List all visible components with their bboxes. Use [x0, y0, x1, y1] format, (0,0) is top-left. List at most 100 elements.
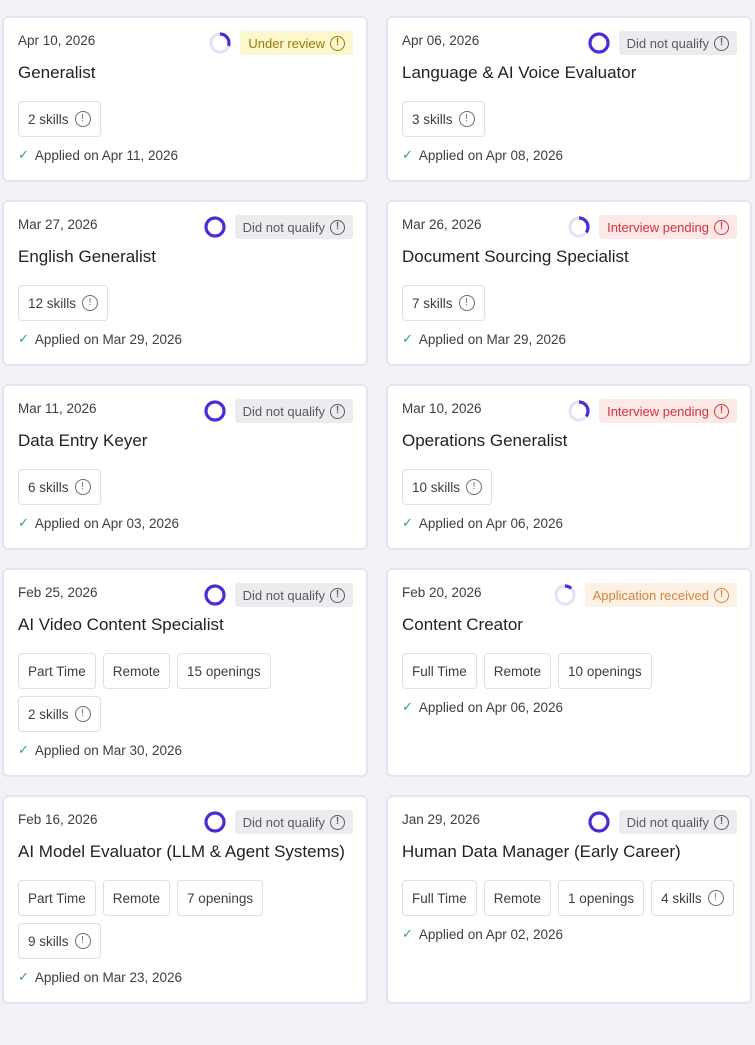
job-application-card[interactable]: Jan 29, 2026 Human Data Manager (Early Ca…	[386, 795, 752, 1004]
status-badge[interactable]: Under review!	[240, 31, 353, 55]
status-badge[interactable]: Application received!	[584, 583, 737, 607]
job-tag: Remote	[102, 880, 171, 916]
info-icon[interactable]: !	[330, 35, 345, 51]
job-tags: Full Time Remote 1 openings 4 skills!	[402, 880, 734, 916]
applied-text: Applied on Mar 30, 2026	[34, 742, 183, 758]
info-icon[interactable]: !	[707, 890, 724, 906]
info-icon[interactable]: !	[714, 219, 729, 235]
checkmark-icon: ✓	[18, 147, 29, 162]
job-title[interactable]: Human Data Manager (Early Career)	[402, 842, 681, 862]
skills-chip[interactable]: 7 skills!	[402, 285, 485, 321]
skills-row: 3 skills!	[402, 101, 485, 137]
status-indicator: Under review!	[208, 30, 353, 56]
status-badge[interactable]: Did not qualify!	[618, 810, 737, 834]
checkmark-icon: ✓	[18, 742, 29, 757]
job-title[interactable]: AI Model Evaluator (LLM & Agent Systems)	[18, 842, 345, 862]
skills-count: 10 skills	[412, 479, 461, 495]
status-badge-label: Under review	[248, 35, 325, 51]
skills-row: 6 skills!	[18, 469, 101, 505]
status-indicator: Did not qualify!	[203, 398, 353, 424]
status-badge[interactable]: Did not qualify!	[234, 583, 353, 607]
status-badge[interactable]: Did not qualify!	[234, 215, 353, 239]
status-badge[interactable]: Did not qualify!	[234, 399, 353, 423]
applied-date: ✓ Applied on Apr 08, 2026	[402, 147, 563, 163]
job-application-card[interactable]: Feb 20, 2026 Content Creator Application r…	[386, 568, 752, 777]
job-application-card[interactable]: Mar 11, 2026 Data Entry Keyer Did not qual…	[2, 384, 368, 550]
info-icon[interactable]: !	[466, 479, 483, 495]
job-title[interactable]: Data Entry Keyer	[18, 431, 147, 451]
posted-date: Feb 16, 2026	[18, 812, 98, 827]
status-badge[interactable]: Did not qualify!	[234, 810, 353, 834]
skills-count: 2 skills	[28, 111, 69, 127]
info-icon[interactable]: !	[74, 706, 91, 722]
skills-chip[interactable]: 12 skills!	[18, 285, 109, 321]
job-title[interactable]: English Generalist	[18, 247, 156, 267]
info-icon[interactable]: !	[714, 35, 729, 51]
ring-progress	[204, 584, 226, 606]
status-indicator: Application received!	[553, 582, 737, 608]
info-icon[interactable]: !	[74, 479, 91, 495]
status-badge-label: Application received	[592, 587, 709, 603]
info-icon[interactable]: !	[458, 295, 475, 311]
posted-date: Feb 20, 2026	[402, 585, 482, 600]
status-progress-ring-icon	[204, 811, 226, 833]
skills-chip[interactable]: 4 skills!	[651, 880, 734, 916]
job-application-card[interactable]: Apr 06, 2026 Language & AI Voice Evaluato…	[386, 16, 752, 182]
job-title[interactable]: Language & AI Voice Evaluator	[402, 63, 636, 83]
job-title[interactable]: Generalist	[18, 63, 95, 83]
applied-text: Applied on Apr 06, 2026	[418, 515, 564, 531]
job-title[interactable]: AI Video Content Specialist	[18, 615, 224, 635]
info-icon[interactable]: !	[714, 403, 729, 419]
skills-chip[interactable]: 2 skills!	[18, 101, 101, 137]
ring-track	[554, 584, 576, 606]
job-title[interactable]: Document Sourcing Specialist	[402, 247, 629, 267]
checkmark-icon: ✓	[402, 699, 413, 714]
info-icon[interactable]: !	[82, 295, 99, 311]
applied-text: Applied on Apr 02, 2026	[418, 926, 564, 942]
status-badge-label: Did not qualify	[242, 814, 325, 830]
checkmark-icon: ✓	[402, 331, 413, 346]
job-title[interactable]: Content Creator	[402, 615, 523, 635]
skills-chip[interactable]: 2 skills!	[18, 696, 101, 732]
skills-row: 9 skills!	[18, 923, 101, 959]
job-application-card[interactable]: Mar 26, 2026 Document Sourcing Specialist…	[386, 200, 752, 366]
skills-row: 2 skills!	[18, 101, 101, 137]
checkmark-icon: ✓	[402, 147, 413, 162]
ring-progress	[588, 811, 610, 833]
info-icon[interactable]: !	[714, 587, 729, 603]
status-progress-ring-icon	[588, 811, 610, 833]
skills-chip[interactable]: 9 skills!	[18, 923, 101, 959]
status-indicator: Did not qualify!	[203, 809, 353, 835]
info-icon[interactable]: !	[330, 219, 345, 235]
info-icon[interactable]: !	[74, 111, 91, 127]
skills-chip[interactable]: 6 skills!	[18, 469, 101, 505]
status-badge[interactable]: Did not qualify!	[618, 31, 737, 55]
info-icon[interactable]: !	[330, 403, 345, 419]
info-icon[interactable]: !	[74, 933, 91, 949]
job-application-card[interactable]: Mar 27, 2026 English Generalist Did not qu…	[2, 200, 368, 366]
applied-text: Applied on Apr 06, 2026	[418, 699, 564, 715]
job-title[interactable]: Operations Generalist	[402, 431, 567, 451]
job-application-card[interactable]: Apr 10, 2026 Generalist Under review! 2 ski…	[2, 16, 368, 182]
status-indicator: Did not qualify!	[203, 582, 353, 608]
info-icon[interactable]: !	[330, 587, 345, 603]
status-badge[interactable]: Interview pending!	[599, 215, 737, 239]
info-icon[interactable]: !	[458, 111, 475, 127]
applied-text: Applied on Apr 11, 2026	[34, 147, 179, 163]
applied-text: Applied on Mar 29, 2026	[418, 331, 567, 347]
job-application-card[interactable]: Feb 25, 2026 AI Video Content Specialist D…	[2, 568, 368, 777]
status-progress-ring-icon	[588, 32, 610, 54]
status-progress-ring-icon	[568, 216, 590, 238]
job-application-card[interactable]: Mar 10, 2026 Operations Generalist Intervi…	[386, 384, 752, 550]
info-icon[interactable]: !	[714, 814, 729, 830]
info-icon[interactable]: !	[330, 814, 345, 830]
status-badge[interactable]: Interview pending!	[599, 399, 737, 423]
skills-chip[interactable]: 3 skills!	[402, 101, 485, 137]
status-badge-label: Interview pending	[607, 219, 709, 235]
skills-chip[interactable]: 10 skills!	[402, 469, 493, 505]
job-application-card[interactable]: Feb 16, 2026 AI Model Evaluator (LLM & Ag…	[2, 795, 368, 1004]
status-progress-ring-icon	[554, 584, 576, 606]
skills-count: 7 skills	[412, 295, 453, 311]
job-tag: Remote	[483, 880, 552, 916]
skills-count: 12 skills	[28, 295, 77, 311]
